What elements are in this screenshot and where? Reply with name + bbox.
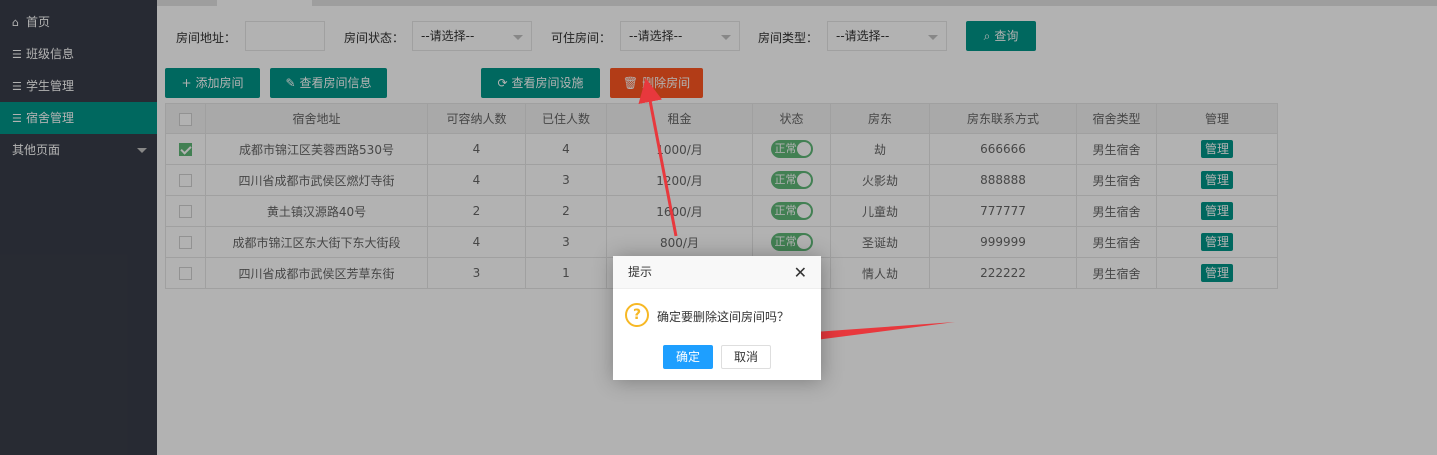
modal-overlay[interactable] — [0, 0, 1437, 455]
question-icon: ? — [625, 303, 649, 327]
dialog-title: 提示 — [628, 265, 653, 279]
confirm-dialog: 提示 ✕ ? 确定要删除这间房间吗？ 确定 取消 — [613, 256, 821, 380]
dialog-title-bar: 提示 ✕ — [613, 256, 821, 289]
cancel-button[interactable]: 取消 — [721, 345, 771, 369]
dialog-message: 确定要删除这间房间吗？ — [657, 310, 790, 324]
confirm-button[interactable]: 确定 — [663, 345, 713, 369]
dialog-body: ? 确定要删除这间房间吗？ — [613, 289, 821, 345]
close-icon[interactable]: ✕ — [794, 256, 807, 289]
